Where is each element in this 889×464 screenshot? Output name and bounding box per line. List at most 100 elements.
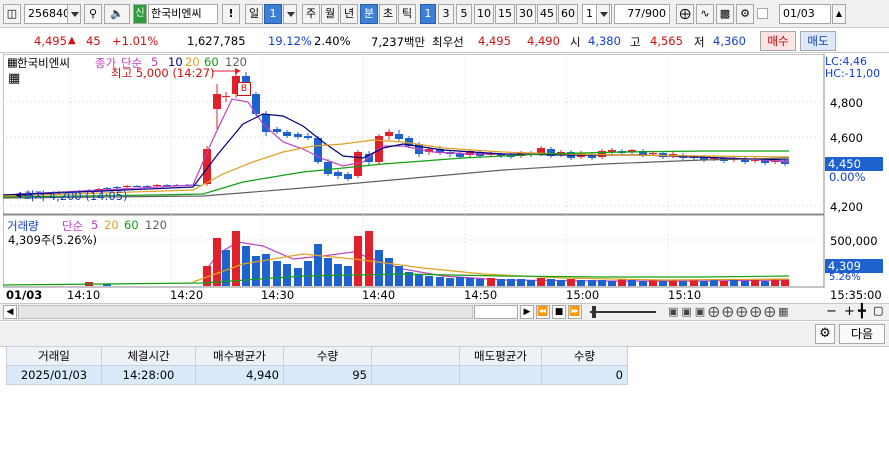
sell-button[interactable]: 매도 [800, 31, 836, 51]
table-row[interactable]: 2025/01/03 14:28:00 4,940 95 0 [6, 365, 628, 385]
vol-ma120-label: 120 [145, 218, 167, 232]
info-button[interactable]: ! [222, 4, 240, 24]
trade-table: 거래일 체결시간 매수평균가 수량 매도평균가 수량 2025/01/03 14… [6, 346, 628, 385]
col-trade-date: 거래일 [6, 346, 102, 366]
scroll-thumb[interactable] [474, 305, 518, 319]
day-count-input[interactable]: 1 [264, 4, 282, 24]
volume-bar-51 [700, 281, 708, 286]
time-tick-1410: 14:10 [67, 288, 101, 302]
stop-button[interactable]: ■ [552, 305, 566, 319]
candle-32 [334, 172, 342, 176]
tab-year[interactable]: 년 [340, 4, 358, 24]
turnover-ratio: 2.40% [314, 34, 351, 48]
chart-scroll-row: ◀ ▶ ⏪ ■ ⏩ ▣▣▣⨁⨁⨁⨁⨁▦ − + ╋ ▢ [0, 303, 889, 321]
zoom-tools-icon[interactable]: ▣▣▣⨁⨁⨁⨁⨁▦ [668, 305, 792, 318]
volume-bar-52 [710, 280, 718, 286]
volume-bar-25 [436, 277, 444, 286]
tab-day[interactable]: 일 [245, 4, 263, 24]
forward-button[interactable]: ⏩ [568, 305, 582, 319]
candle-37 [385, 132, 393, 136]
day-count-dropdown[interactable] [283, 4, 297, 24]
time-tick-1430: 14:30 [261, 288, 295, 302]
current-pct: 0.00% [829, 170, 866, 184]
volume-bar-41 [598, 280, 606, 286]
play-button[interactable]: ▶ [520, 305, 534, 319]
volume-bar-30 [487, 278, 495, 286]
date-input[interactable]: 01/03 [779, 4, 831, 24]
buy-button[interactable]: 매수 [760, 31, 796, 51]
sound-icon[interactable]: 🔈 [104, 4, 130, 24]
fullscreen-icon[interactable]: ▢ [873, 304, 883, 317]
time-tick-1440: 14:40 [362, 288, 396, 302]
scroll-left-button[interactable]: ◀ [3, 305, 17, 319]
rewind-button[interactable]: ⏪ [536, 305, 550, 319]
count-field[interactable]: 77/900 [614, 4, 670, 24]
interval-3[interactable]: 3 [438, 4, 454, 24]
date-stepper[interactable]: ▲ [832, 4, 846, 24]
chart-area[interactable]: ▦ 한국비엔씨 종가 단순 5 10 20 60 120 ▦ 최고 5,000 … [3, 54, 886, 302]
crosshair-icon[interactable]: ╋ [858, 304, 866, 319]
col-exec-time: 체결시간 [101, 346, 196, 366]
candle-20 [213, 94, 221, 109]
volume-bar-54 [730, 280, 738, 286]
tab-tick[interactable]: 틱 [398, 4, 416, 24]
volume-bar-5 [232, 231, 240, 286]
volume-bar-53 [720, 281, 728, 286]
chart-tool-icon[interactable]: ∿ [696, 4, 714, 24]
search-icon[interactable]: ⚲ [84, 4, 102, 24]
col-buy-qty: 수량 [283, 346, 372, 366]
grid-icon[interactable]: ▦ [8, 71, 20, 86]
volume-bar-47 [659, 281, 667, 286]
volume-bar-8 [262, 254, 270, 286]
candle-14 [153, 185, 161, 186]
interval-15[interactable]: 15 [495, 4, 515, 24]
volume-bar-59 [781, 280, 789, 286]
tab-week[interactable]: 주 [302, 4, 320, 24]
cell-sell-qty: 0 [541, 365, 628, 385]
tab-minute[interactable]: 분 [360, 4, 378, 24]
interval-1[interactable]: 1 [420, 4, 436, 24]
stock-code-dropdown[interactable] [67, 4, 81, 24]
stock-code-input[interactable]: 256840 [24, 4, 68, 24]
candle-38 [395, 134, 403, 139]
volume-bar-18 [365, 231, 373, 286]
window-menu-icon[interactable]: ◫ [3, 4, 21, 24]
volume-bar-49 [679, 281, 687, 286]
buy-marker[interactable]: B [237, 82, 251, 96]
volume-bar-31 [497, 279, 505, 286]
table-header-row: 거래일 체결시간 매수평균가 수량 매도평균가 수량 [6, 346, 628, 366]
current-price: 4,495 [34, 34, 67, 48]
interval-10[interactable]: 10 [474, 4, 494, 24]
tab-month[interactable]: 월 [321, 4, 339, 24]
pin-icon[interactable]: ⨁ [676, 4, 694, 24]
speed-slider-handle[interactable] [592, 306, 596, 318]
low-value: 4,360 [713, 34, 746, 48]
open-value: 4,380 [588, 34, 621, 48]
gear-icon[interactable]: ⚙ [736, 4, 754, 24]
volume-bar-32 [507, 279, 515, 286]
interval-30[interactable]: 30 [516, 4, 536, 24]
chart-canvas[interactable] [3, 54, 886, 302]
stock-name-field[interactable]: 한국비엔씨 [148, 4, 218, 24]
current-volume-tag: 4,309 [825, 259, 883, 273]
save-icon[interactable]: ▩ [716, 4, 734, 24]
col-sell-avg: 매도평균가 [459, 346, 542, 366]
speed-slider[interactable] [590, 311, 656, 313]
sin-badge: 신 [133, 4, 147, 24]
volume-bar-46 [649, 280, 657, 286]
candle-11 [123, 186, 131, 187]
tab-second[interactable]: 초 [379, 4, 397, 24]
scroll-track[interactable] [18, 305, 473, 319]
interval-dropdown[interactable] [596, 4, 610, 24]
next-button[interactable]: 다음 [839, 324, 885, 344]
interval-5[interactable]: 5 [456, 4, 472, 24]
zoom-out-icon[interactable]: − [826, 304, 837, 319]
zoom-in-icon[interactable]: + [844, 304, 855, 319]
interval-45[interactable]: 45 [537, 4, 557, 24]
volume-bar-39 [577, 280, 585, 286]
date-checkbox[interactable] [757, 8, 768, 19]
panel-gear-icon[interactable]: ⚙ [815, 324, 835, 344]
interval-60[interactable]: 60 [558, 4, 578, 24]
current-price-tag: 4,450 [825, 157, 883, 171]
volume-bar-34 [527, 280, 535, 286]
